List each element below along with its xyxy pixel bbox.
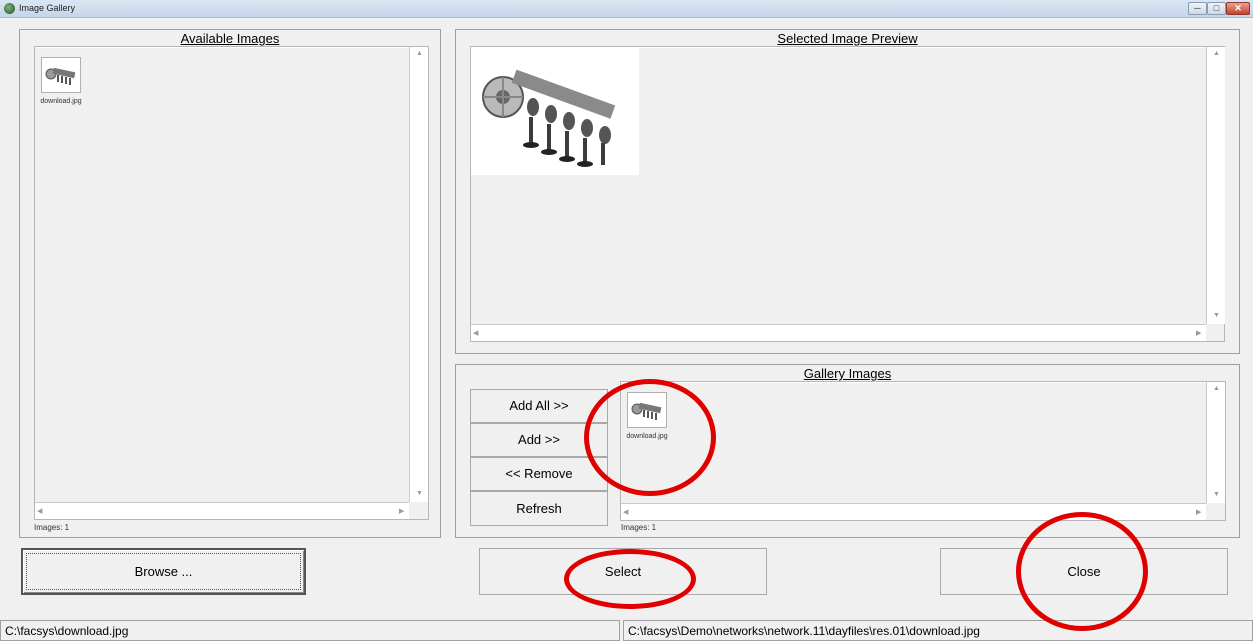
scroll-down-icon[interactable]: ▼ — [1213, 312, 1220, 319]
list-item-label: download.jpg — [626, 433, 668, 440]
list-item[interactable]: download.jpg — [39, 57, 83, 105]
horizontal-scrollbar[interactable]: ◀ ▶ — [471, 324, 1206, 341]
camshaft-thumbnail-icon — [627, 392, 667, 428]
vertical-scrollbar[interactable]: ▲ ▼ — [1206, 47, 1225, 324]
window-title: Image Gallery — [19, 3, 76, 13]
camshaft-thumbnail-icon — [41, 57, 81, 93]
list-item-label: download.jpg — [40, 98, 82, 105]
available-images-count: Images: 1 — [34, 523, 70, 532]
scroll-up-icon[interactable]: ▲ — [416, 50, 423, 57]
vertical-scrollbar[interactable]: ▲ ▼ — [409, 47, 428, 502]
available-images-list[interactable]: download.jpg ▲ ▼ ◀ ▶ — [34, 46, 429, 520]
minimize-button[interactable]: ─ — [1188, 2, 1207, 15]
scroll-left-icon[interactable]: ◀ — [37, 508, 42, 515]
gallery-images-title: Gallery Images — [803, 366, 892, 381]
scroll-left-icon[interactable]: ◀ — [623, 509, 628, 516]
close-window-button[interactable]: ✕ — [1226, 2, 1250, 15]
scroll-right-icon[interactable]: ▶ — [399, 508, 404, 515]
refresh-button[interactable]: Refresh — [470, 491, 608, 526]
camshaft-image-icon — [471, 47, 639, 175]
status-path-left: C:\facsys\download.jpg — [0, 620, 620, 641]
scroll-up-icon[interactable]: ▲ — [1213, 50, 1220, 57]
gallery-images-list[interactable]: download.jpg ▲ ▼ ◀ ▶ — [620, 381, 1226, 521]
status-path-right: C:\facsys\Demo\networks\network.11\dayfi… — [623, 620, 1253, 641]
available-images-group: Available Images download.jpg ▲ ▼ ◀ ▶ Im… — [19, 29, 441, 538]
available-images-title: Available Images — [180, 31, 280, 46]
preview-pane: ▲ ▼ ◀ ▶ — [470, 46, 1225, 342]
gallery-images-count: Images: 1 — [621, 523, 657, 532]
add-all-button[interactable]: Add All >> — [470, 389, 608, 423]
scroll-down-icon[interactable]: ▼ — [1213, 491, 1220, 498]
title-bar: Image Gallery ─ □ ✕ — [0, 0, 1253, 18]
scroll-right-icon[interactable]: ▶ — [1196, 330, 1201, 337]
app-icon — [4, 3, 15, 14]
gallery-images-group: Gallery Images Add All >> Add >> << Remo… — [455, 364, 1240, 538]
vertical-scrollbar[interactable]: ▲ ▼ — [1206, 382, 1225, 503]
remove-button[interactable]: << Remove — [470, 457, 608, 491]
close-button[interactable]: Close — [940, 548, 1228, 595]
scroll-right-icon[interactable]: ▶ — [1196, 509, 1201, 516]
preview-group: Selected Image Preview ▲ ▼ ◀ ▶ — [455, 29, 1240, 354]
scroll-left-icon[interactable]: ◀ — [473, 330, 478, 337]
list-item[interactable]: download.jpg — [625, 392, 669, 440]
horizontal-scrollbar[interactable]: ◀ ▶ — [621, 503, 1206, 520]
scroll-down-icon[interactable]: ▼ — [416, 490, 423, 497]
select-button[interactable]: Select — [479, 548, 767, 595]
preview-title: Selected Image Preview — [777, 31, 918, 46]
scroll-up-icon[interactable]: ▲ — [1213, 385, 1220, 392]
add-button[interactable]: Add >> — [470, 423, 608, 457]
browse-button[interactable]: Browse ... — [21, 548, 306, 595]
horizontal-scrollbar[interactable]: ◀ ▶ — [35, 502, 409, 519]
maximize-button[interactable]: □ — [1207, 2, 1226, 15]
